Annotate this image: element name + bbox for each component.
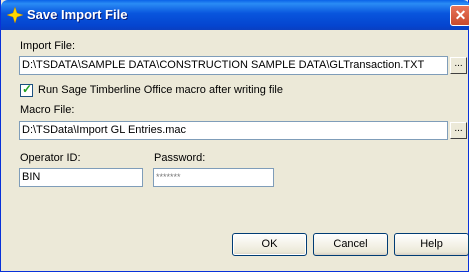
import-file-label: Import File:: [20, 40, 76, 52]
password-label: Password:: [154, 152, 206, 164]
title-bar[interactable]: Save Import File ✕: [1, 0, 469, 30]
ok-button[interactable]: OK: [232, 233, 307, 256]
run-macro-label[interactable]: Run Sage Timberline Office macro after w…: [38, 84, 283, 96]
help-button[interactable]: Help: [394, 233, 469, 256]
macro-file-label: Macro File:: [20, 104, 75, 116]
close-button[interactable]: ✕: [450, 5, 469, 26]
cancel-button[interactable]: Cancel: [313, 233, 388, 256]
macro-file-browse-button[interactable]: ...: [450, 122, 467, 139]
operator-id-field[interactable]: BIN: [19, 168, 143, 187]
checkmark-icon: ✓: [22, 82, 33, 96]
import-file-field[interactable]: D:\TSDATA\SAMPLE DATA\CONSTRUCTION SAMPL…: [19, 56, 448, 75]
save-import-file-dialog: Save Import File ✕ Import File: D:\TSDAT…: [0, 0, 469, 272]
close-icon: ✕: [454, 7, 467, 23]
macro-file-field[interactable]: D:\TSData\Import GL Entries.mac: [19, 121, 448, 140]
operator-id-label: Operator ID:: [20, 152, 81, 164]
sparkle-icon: [7, 7, 23, 23]
run-macro-checkbox[interactable]: ✓: [20, 82, 33, 97]
import-file-browse-button[interactable]: ...: [450, 57, 467, 74]
password-field[interactable]: *******: [153, 168, 274, 187]
window-title: Save Import File: [27, 7, 128, 22]
